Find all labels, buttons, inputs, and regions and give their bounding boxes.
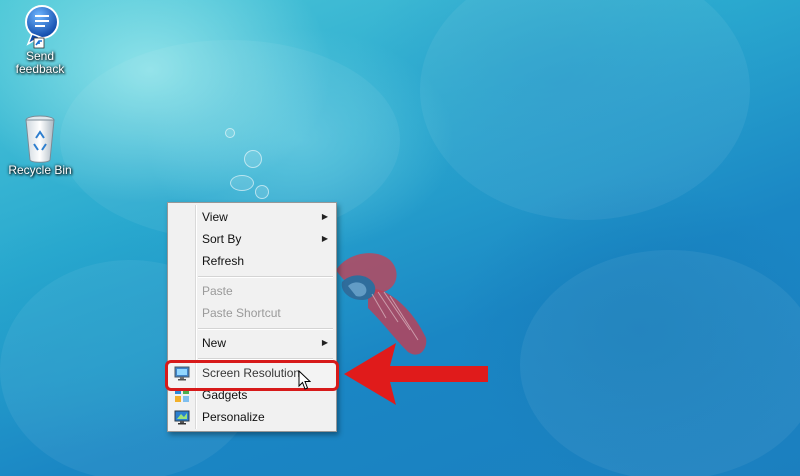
recycle-bin-icon — [22, 114, 58, 164]
menu-item-refresh[interactable]: Refresh — [170, 250, 334, 272]
desktop-background[interactable]: Send feedback Recycle Bin View ▶ Sort By… — [0, 0, 800, 476]
menu-item-label: Personalize — [202, 410, 265, 424]
recycle-bin-label: Recycle Bin — [8, 163, 72, 177]
submenu-arrow-icon: ▶ — [321, 212, 328, 221]
bubble — [225, 128, 235, 138]
wallpaper-swirl — [420, 0, 750, 220]
menu-separator — [198, 276, 333, 278]
menu-item-label: Paste Shortcut — [202, 306, 281, 320]
menu-item-label: Sort By — [202, 232, 242, 246]
menu-item-new[interactable]: New ▶ — [170, 332, 334, 354]
highlight-box — [165, 360, 339, 391]
bubble — [255, 185, 269, 199]
bubble — [244, 150, 262, 168]
menu-item-view[interactable]: View ▶ — [170, 206, 334, 228]
menu-separator — [198, 328, 333, 330]
send-feedback-label-line2: feedback — [15, 62, 65, 76]
desktop-icon-recycle-bin[interactable]: Recycle Bin — [0, 114, 80, 177]
menu-item-personalize[interactable]: Personalize — [170, 406, 334, 428]
submenu-arrow-icon: ▶ — [321, 234, 328, 243]
bubble — [230, 175, 254, 191]
mouse-pointer-icon — [298, 370, 311, 390]
wallpaper-swirl — [520, 250, 800, 476]
menu-item-label: View — [202, 210, 228, 224]
personalize-icon — [174, 410, 190, 425]
menu-item-paste[interactable]: Paste — [170, 280, 334, 302]
menu-item-label: New — [202, 336, 227, 350]
desktop-icon-send-feedback[interactable]: Send feedback — [0, 4, 80, 76]
menu-item-sort-by[interactable]: Sort By ▶ — [170, 228, 334, 250]
menu-item-label: Refresh — [202, 254, 245, 268]
send-feedback-icon — [20, 4, 60, 50]
submenu-arrow-icon: ▶ — [321, 338, 328, 347]
red-arrow-annotation — [344, 343, 488, 405]
menu-item-paste-shortcut[interactable]: Paste Shortcut — [170, 302, 334, 324]
menu-item-label: Paste — [202, 284, 233, 298]
desktop-context-menu: View ▶ Sort By ▶ Refresh Paste Paste Sho… — [167, 202, 337, 432]
